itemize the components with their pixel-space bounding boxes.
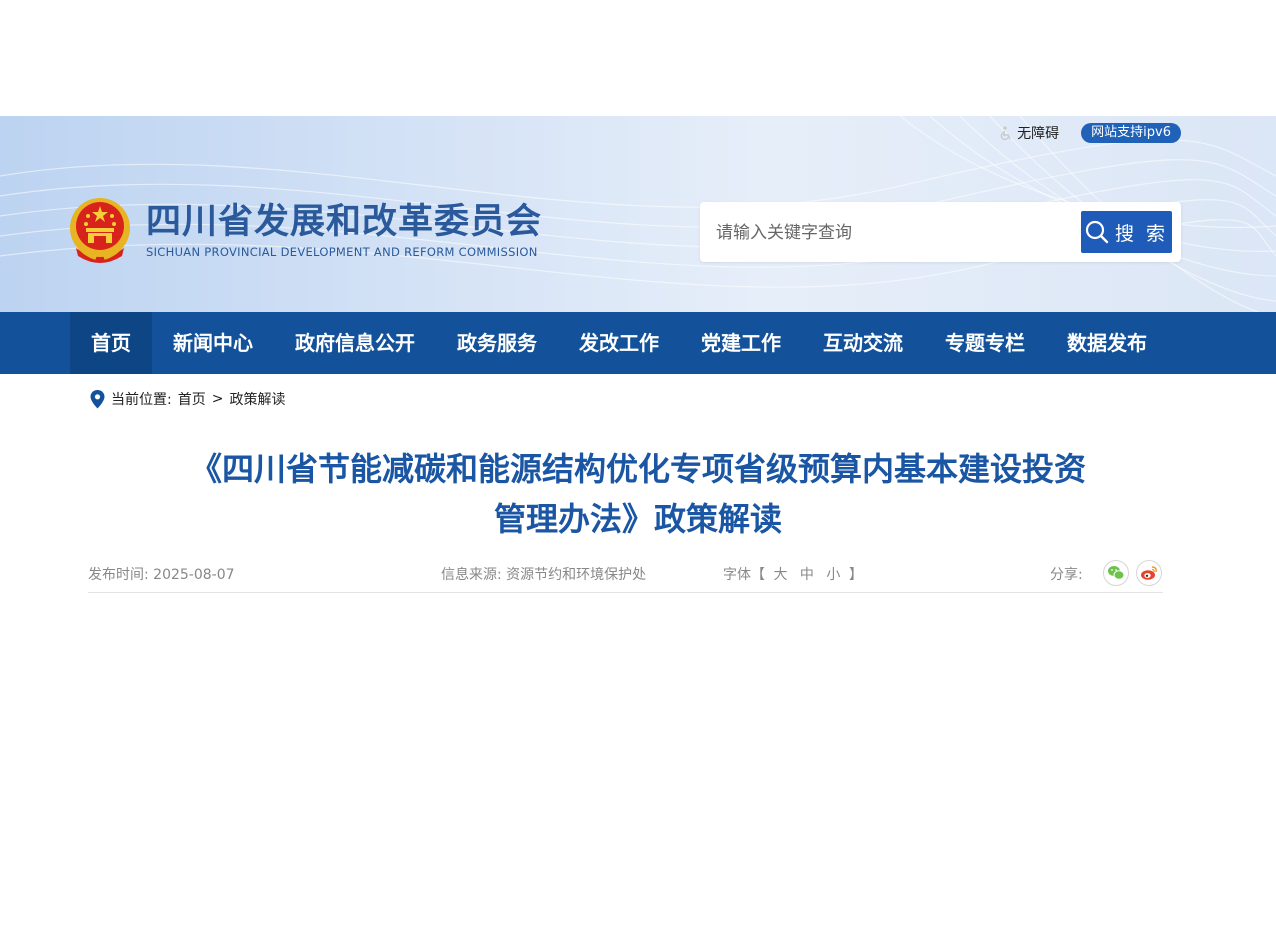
nav-items: 首页 新闻中心 政府信息公开 政务服务 发改工作 党建工作 互动交流 专题专栏 …	[70, 312, 1168, 374]
site-name-cn: 四川省发展和改革委员会	[146, 202, 543, 242]
article-title-line2: 管理办法》政策解读	[493, 500, 782, 538]
national-emblem-icon	[70, 198, 130, 263]
share-wechat-button[interactable]	[1103, 560, 1129, 586]
search-icon	[1085, 220, 1109, 244]
nav-item-party-building[interactable]: 党建工作	[680, 312, 802, 374]
article-meta: 发布时间: 2025-08-07 信息来源: 资源节约和环境保护处 字体【 大 …	[88, 560, 1163, 593]
publish-date-label: 发布时间:	[88, 567, 149, 583]
nav-item-data-release[interactable]: 数据发布	[1046, 312, 1168, 374]
nav-item-news[interactable]: 新闻中心	[152, 312, 274, 374]
font-size-large[interactable]: 大	[773, 567, 787, 583]
info-source-value: 资源节约和环境保护处	[506, 567, 647, 583]
nav-item-home[interactable]: 首页	[70, 312, 152, 374]
font-size-small[interactable]: 小	[826, 567, 840, 583]
search-button-label: 搜 索	[1114, 222, 1169, 245]
site-header: 无障碍 网站支持ipv6 四川省发展和改革委员会 SICHUAN PROVINC…	[0, 116, 1276, 312]
site-logo[interactable]: 四川省发展和改革委员会 SICHUAN PROVINCIAL DEVELOPME…	[68, 196, 542, 266]
search-box: 搜 索	[700, 202, 1181, 262]
article-title: 《四川省节能减碳和能源结构优化专项省级预算内基本建设投资 管理办法》政策解读	[130, 444, 1146, 544]
nav-item-info-disclosure[interactable]: 政府信息公开	[274, 312, 436, 374]
logo-text: 四川省发展和改革委员会 SICHUAN PROVINCIAL DEVELOPME…	[146, 203, 542, 259]
nav-item-interaction[interactable]: 互动交流	[802, 312, 924, 374]
nav-item-gov-services[interactable]: 政务服务	[436, 312, 558, 374]
publish-date: 发布时间: 2025-08-07	[88, 564, 235, 584]
breadcrumb-home-link[interactable]: 首页	[178, 389, 206, 409]
main-nav: 首页 新闻中心 政府信息公开 政务服务 发改工作 党建工作 互动交流 专题专栏 …	[0, 312, 1276, 374]
nav-item-reform-work[interactable]: 发改工作	[558, 312, 680, 374]
publish-date-value: 2025-08-07	[153, 567, 235, 583]
breadcrumb-separator: >	[211, 391, 224, 407]
accessibility-link[interactable]: 无障碍	[999, 123, 1059, 143]
article-title-line1: 《四川省节能减碳和能源结构优化专项省级预算内基本建设投资	[189, 450, 1086, 488]
font-size-selector: 字体【 大 中 小 】	[723, 564, 863, 584]
info-source-label: 信息来源:	[441, 567, 502, 583]
top-blank-area	[0, 0, 1276, 116]
share-icons	[1103, 560, 1162, 586]
breadcrumb-current[interactable]: 政策解读	[229, 389, 285, 409]
search-button[interactable]: 搜 索	[1081, 211, 1172, 253]
site-name-en: SICHUAN PROVINCIAL DEVELOPMENT AND REFOR…	[146, 245, 538, 259]
font-size-close: 】	[848, 567, 863, 583]
wechat-icon	[1108, 566, 1125, 580]
share-weibo-button[interactable]	[1136, 560, 1162, 586]
search-input[interactable]	[714, 216, 1068, 250]
weibo-icon	[1141, 566, 1157, 580]
info-source: 信息来源: 资源节约和环境保护处	[441, 564, 646, 584]
header-top-links: 无障碍 网站支持ipv6	[999, 122, 1181, 144]
breadcrumb-prefix: 当前位置:	[111, 392, 172, 408]
font-size-label: 字体【	[723, 567, 765, 583]
ipv6-badge[interactable]: 网站支持ipv6	[1081, 123, 1181, 143]
breadcrumb: 当前位置: 首页 > 政策解读	[90, 388, 285, 410]
nav-item-special-topics[interactable]: 专题专栏	[924, 312, 1046, 374]
location-pin-icon	[90, 389, 105, 408]
font-size-medium[interactable]: 中	[800, 567, 814, 583]
share-label: 分享:	[1050, 567, 1083, 583]
accessibility-icon	[1000, 126, 1011, 140]
accessibility-label: 无障碍	[1017, 126, 1060, 142]
